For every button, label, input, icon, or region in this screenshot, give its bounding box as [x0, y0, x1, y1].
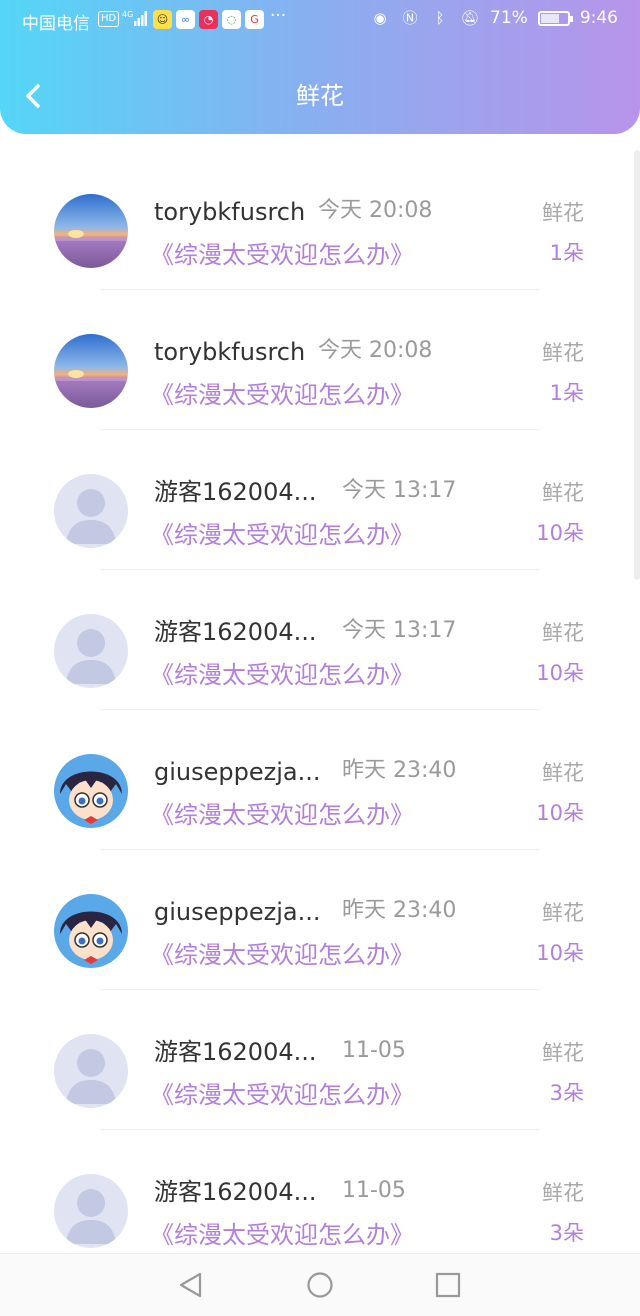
mute-bell-icon: 🔕︎ — [460, 9, 480, 27]
hd-badge: HD — [98, 11, 120, 27]
notification-app-icon: ◔ — [199, 10, 218, 29]
avatar[interactable] — [54, 614, 128, 688]
avatar[interactable] — [54, 334, 128, 408]
gift-type-label: 鲜花 — [542, 201, 584, 225]
gift-count: 10朵 — [536, 521, 584, 545]
gift-count: 10朵 — [536, 801, 584, 825]
timestamp: 今天 13:17 — [342, 478, 457, 503]
user-name: 游客162004... — [154, 1178, 317, 1206]
network-type-label: 4G — [122, 10, 133, 19]
gift-type-label: 鲜花 — [542, 621, 584, 645]
list-item[interactable]: 游客162004... 11-05 《综漫太受欢迎怎么办》 鲜花 3朵 — [0, 990, 640, 1130]
gift-type-label: 鲜花 — [542, 1181, 584, 1205]
status-bar: 中国电信 HD 4G ☺ ∞ ◔ ◌ G ··· ◉ Ⓝ ᛒ 🔕︎ 71% 9:… — [0, 0, 640, 40]
avatar[interactable] — [54, 474, 128, 548]
header-bar: 中国电信 HD 4G ☺ ∞ ◔ ◌ G ··· ◉ Ⓝ ᛒ 🔕︎ 71% 9:… — [0, 0, 640, 134]
book-title-link[interactable]: 《综漫太受欢迎怎么办》 — [150, 518, 414, 552]
square-recent-icon[interactable] — [433, 1270, 463, 1300]
book-title-link[interactable]: 《综漫太受欢迎怎么办》 — [150, 1078, 414, 1112]
user-name: giuseppezja... — [154, 898, 321, 926]
timestamp: 11-05 — [342, 1178, 406, 1203]
gift-record-list: torybkfusrch 今天 20:08 《综漫太受欢迎怎么办》 鲜花 1朵 toryb… — [0, 150, 640, 1270]
avatar-sunset-image — [54, 334, 128, 408]
user-name: giuseppezja... — [154, 758, 321, 786]
gift-type-label: 鲜花 — [542, 481, 584, 505]
avatar-sunset-image — [54, 194, 128, 268]
user-name: 游客162004... — [154, 1038, 317, 1066]
user-name: torybkfusrch — [154, 198, 306, 226]
book-title-link[interactable]: 《综漫太受欢迎怎么办》 — [150, 238, 414, 272]
timestamp: 今天 20:08 — [318, 338, 433, 363]
signal-icon: 4G — [122, 10, 147, 26]
timestamp: 今天 20:08 — [318, 198, 433, 223]
gift-count: 1朵 — [549, 381, 584, 405]
system-nav-bar — [0, 1253, 640, 1316]
notification-app-icon: G — [245, 10, 264, 29]
avatar-default-image — [54, 1034, 128, 1108]
gift-type-label: 鲜花 — [542, 1041, 584, 1065]
eye-icon: ◉ — [373, 9, 387, 27]
gift-type-label: 鲜花 — [542, 761, 584, 785]
battery-percent: 71% — [490, 8, 528, 28]
triangle-back-icon[interactable] — [176, 1270, 206, 1300]
gift-count: 3朵 — [549, 1221, 584, 1245]
list-item[interactable]: 游客162004... 今天 13:17 《综漫太受欢迎怎么办》 鲜花 10朵 — [0, 570, 640, 710]
more-notifications-icon: ··· — [270, 6, 287, 26]
book-title-link[interactable]: 《综漫太受欢迎怎么办》 — [150, 938, 414, 972]
list-item[interactable]: giuseppezja... 昨天 23:40 《综漫太受欢迎怎么办》 鲜花 10朵 — [0, 850, 640, 990]
avatar[interactable] — [54, 1034, 128, 1108]
avatar[interactable] — [54, 1174, 128, 1248]
notification-app-icon: ☺ — [153, 10, 172, 29]
timestamp: 昨天 23:40 — [342, 898, 457, 923]
battery-level-fill — [540, 13, 560, 23]
avatar-default-image — [54, 614, 128, 688]
carrier-label: 中国电信 — [22, 14, 90, 34]
book-title-link[interactable]: 《综漫太受欢迎怎么办》 — [150, 658, 414, 692]
avatar[interactable] — [54, 754, 128, 828]
book-title-link[interactable]: 《综漫太受欢迎怎么办》 — [150, 378, 414, 412]
book-title-link[interactable]: 《综漫太受欢迎怎么办》 — [150, 798, 414, 832]
list-item[interactable]: giuseppezja... 昨天 23:40 《综漫太受欢迎怎么办》 鲜花 10朵 — [0, 710, 640, 850]
user-name: 游客162004... — [154, 478, 317, 506]
circle-home-icon[interactable] — [305, 1270, 335, 1300]
gift-count: 10朵 — [536, 661, 584, 685]
avatar-anime-image — [54, 754, 128, 828]
avatar-default-image — [54, 474, 128, 548]
avatar-anime-image — [54, 894, 128, 968]
avatar[interactable] — [54, 194, 128, 268]
avatar[interactable] — [54, 894, 128, 968]
gift-count: 1朵 — [549, 241, 584, 265]
timestamp: 今天 13:17 — [342, 618, 457, 643]
list-item[interactable]: 游客162004... 11-05 《综漫太受欢迎怎么办》 鲜花 3朵 — [0, 1130, 640, 1270]
battery-icon — [537, 10, 573, 26]
avatar-default-image — [54, 1174, 128, 1248]
gift-type-label: 鲜花 — [542, 341, 584, 365]
list-item[interactable]: 游客162004... 今天 13:17 《综漫太受欢迎怎么办》 鲜花 10朵 — [0, 430, 640, 570]
notification-app-icon: ◌ — [222, 10, 241, 29]
gift-count: 10朵 — [536, 941, 584, 965]
gift-count: 3朵 — [549, 1081, 584, 1105]
timestamp: 昨天 23:40 — [342, 758, 457, 783]
list-item[interactable]: torybkfusrch 今天 20:08 《综漫太受欢迎怎么办》 鲜花 1朵 — [0, 150, 640, 290]
user-name: 游客162004... — [154, 618, 317, 646]
gift-type-label: 鲜花 — [542, 901, 584, 925]
notification-app-icon: ∞ — [176, 10, 195, 29]
book-title-link[interactable]: 《综漫太受欢迎怎么办》 — [150, 1218, 414, 1252]
nfc-icon: Ⓝ — [402, 9, 418, 27]
bluetooth-icon: ᛒ — [435, 9, 445, 27]
user-name: torybkfusrch — [154, 338, 306, 366]
list-item[interactable]: torybkfusrch 今天 20:08 《综漫太受欢迎怎么办》 鲜花 1朵 — [0, 290, 640, 430]
page-title: 鲜花 — [296, 82, 344, 110]
clock: 9:46 — [579, 8, 618, 28]
timestamp: 11-05 — [342, 1038, 406, 1063]
